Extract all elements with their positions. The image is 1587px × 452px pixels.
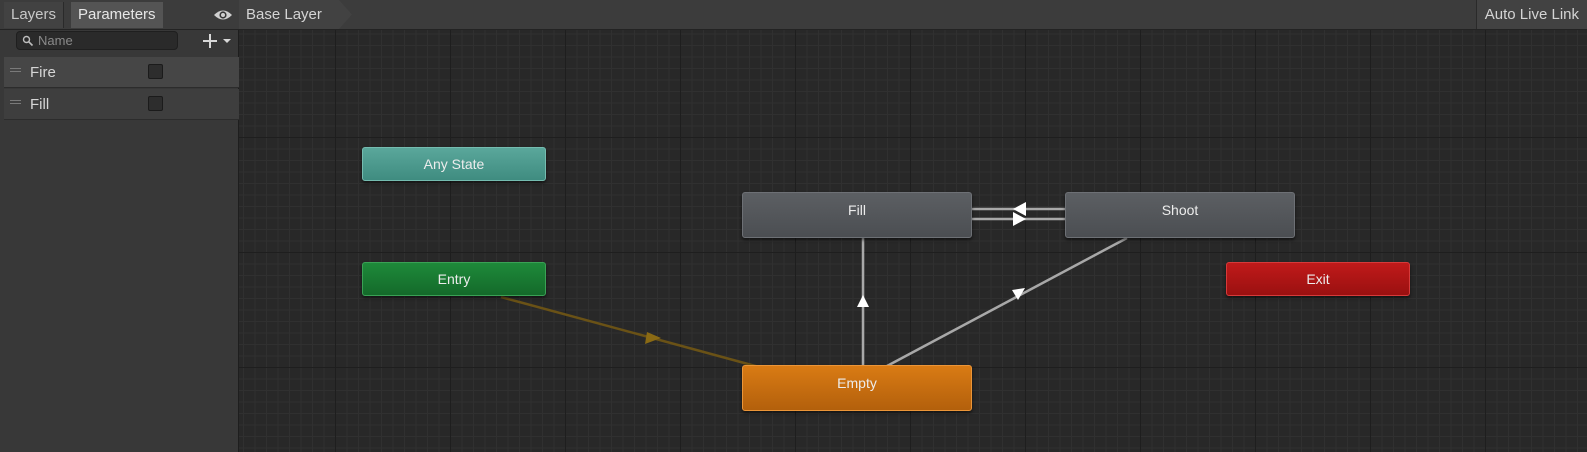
parameter-row-fill[interactable]: Fill [4,89,239,120]
graph-toolbar: Base Layer Auto Live Link [239,0,1587,30]
breadcrumb[interactable]: Base Layer [239,0,352,29]
auto-live-link-button[interactable]: Auto Live Link [1475,0,1587,29]
transition-empty-to-shoot[interactable] [886,236,1128,368]
state-machine-graph[interactable]: Any State Entry Exit Fill Shoot Empty [239,30,1587,452]
parameter-trigger-checkbox[interactable] [148,96,163,111]
search-field[interactable] [16,31,178,50]
state-shoot[interactable]: Shoot [1065,192,1295,238]
parameter-search-row [0,30,239,54]
tab-layers[interactable]: Layers [4,2,65,28]
panel-tab-bar: Layers Parameters [0,0,239,30]
drag-handle-icon[interactable] [10,68,21,73]
add-parameter-dropdown-icon[interactable] [200,32,236,50]
parameter-name: Fire [30,64,56,81]
search-input[interactable] [38,32,174,49]
transition-entry-to-empty[interactable] [500,295,760,369]
tab-parameters[interactable]: Parameters [71,2,163,28]
state-empty-default[interactable]: Empty [742,365,972,411]
eye-icon[interactable] [212,6,234,24]
parameter-name: Fill [30,96,50,113]
state-fill[interactable]: Fill [742,192,972,238]
parameter-row-fire[interactable]: Fire [4,57,239,88]
state-any-state[interactable]: Any State [362,147,546,181]
transition-arrow-icon [645,332,661,344]
state-entry[interactable]: Entry [362,262,546,296]
transition-arrow-icon [857,295,869,307]
search-icon [22,35,34,47]
left-panel: Layers Parameters Fire Fill [0,0,239,452]
breadcrumb-base-layer[interactable]: Base Layer [246,0,322,29]
parameter-trigger-checkbox[interactable] [148,64,163,79]
state-exit[interactable]: Exit [1226,262,1410,296]
drag-handle-icon[interactable] [10,100,21,105]
